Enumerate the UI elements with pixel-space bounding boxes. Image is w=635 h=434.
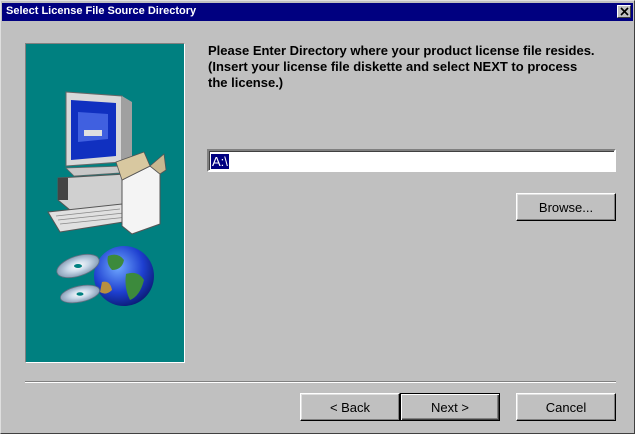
window-title: Select License File Source Directory: [6, 5, 197, 17]
cancel-button-label: Cancel: [545, 399, 587, 415]
instruction-text: Please Enter Directory where your produc…: [208, 43, 618, 91]
cancel-button[interactable]: Cancel: [516, 393, 616, 421]
close-button[interactable]: [617, 5, 631, 18]
browse-button-label: Browse...: [538, 199, 594, 215]
instruction-line-1: Please Enter Directory where your produc…: [208, 43, 595, 58]
back-button[interactable]: < Back: [300, 393, 400, 421]
computer-globe-cd-icon: [47, 91, 167, 306]
instruction-line-2: (Insert your license file diskette and s…: [208, 59, 578, 74]
directory-input[interactable]: A:\: [207, 149, 616, 172]
separator-line: [25, 381, 616, 383]
dialog-window: Select License File Source Directory Ple…: [0, 0, 635, 434]
back-button-label: < Back: [329, 399, 371, 415]
browse-button[interactable]: Browse...: [516, 193, 616, 221]
directory-input-value: A:\: [211, 154, 229, 169]
title-bar[interactable]: Select License File Source Directory: [2, 3, 633, 21]
wizard-illustration: [25, 43, 185, 363]
next-button[interactable]: Next >: [400, 393, 500, 421]
instruction-line-3: the license.): [208, 75, 284, 90]
close-icon: [620, 7, 629, 16]
next-button-label: Next >: [431, 399, 469, 415]
